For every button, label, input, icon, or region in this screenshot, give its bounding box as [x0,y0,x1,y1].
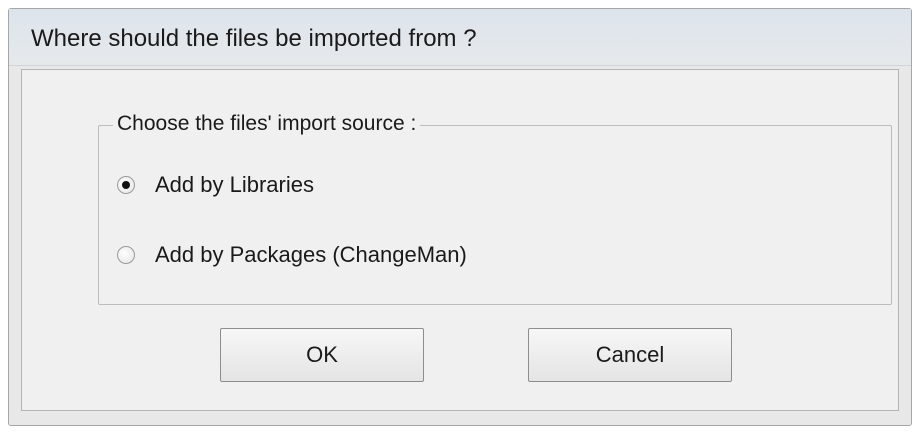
radio-dot-icon [122,181,130,189]
radio-label-libraries[interactable]: Add by Libraries [155,172,314,198]
radio-button-unselected-icon[interactable] [117,246,135,264]
title-bar[interactable]: Where should the files be imported from … [9,9,911,66]
cancel-button[interactable]: Cancel [528,328,732,382]
radio-add-by-packages[interactable]: Add by Packages (ChangeMan) [117,242,467,268]
import-source-dialog: Where should the files be imported from … [8,8,912,426]
radio-label-packages[interactable]: Add by Packages (ChangeMan) [155,242,467,268]
ok-button[interactable]: OK [220,328,424,382]
dialog-content: Choose the files' import source : Add by… [21,69,899,411]
radio-button-selected-icon[interactable] [117,176,135,194]
radio-add-by-libraries[interactable]: Add by Libraries [117,172,314,198]
dialog-title: Where should the files be imported from … [31,25,477,52]
group-legend: Choose the files' import source : [113,112,421,136]
import-source-group: Choose the files' import source : Add by… [98,112,892,305]
